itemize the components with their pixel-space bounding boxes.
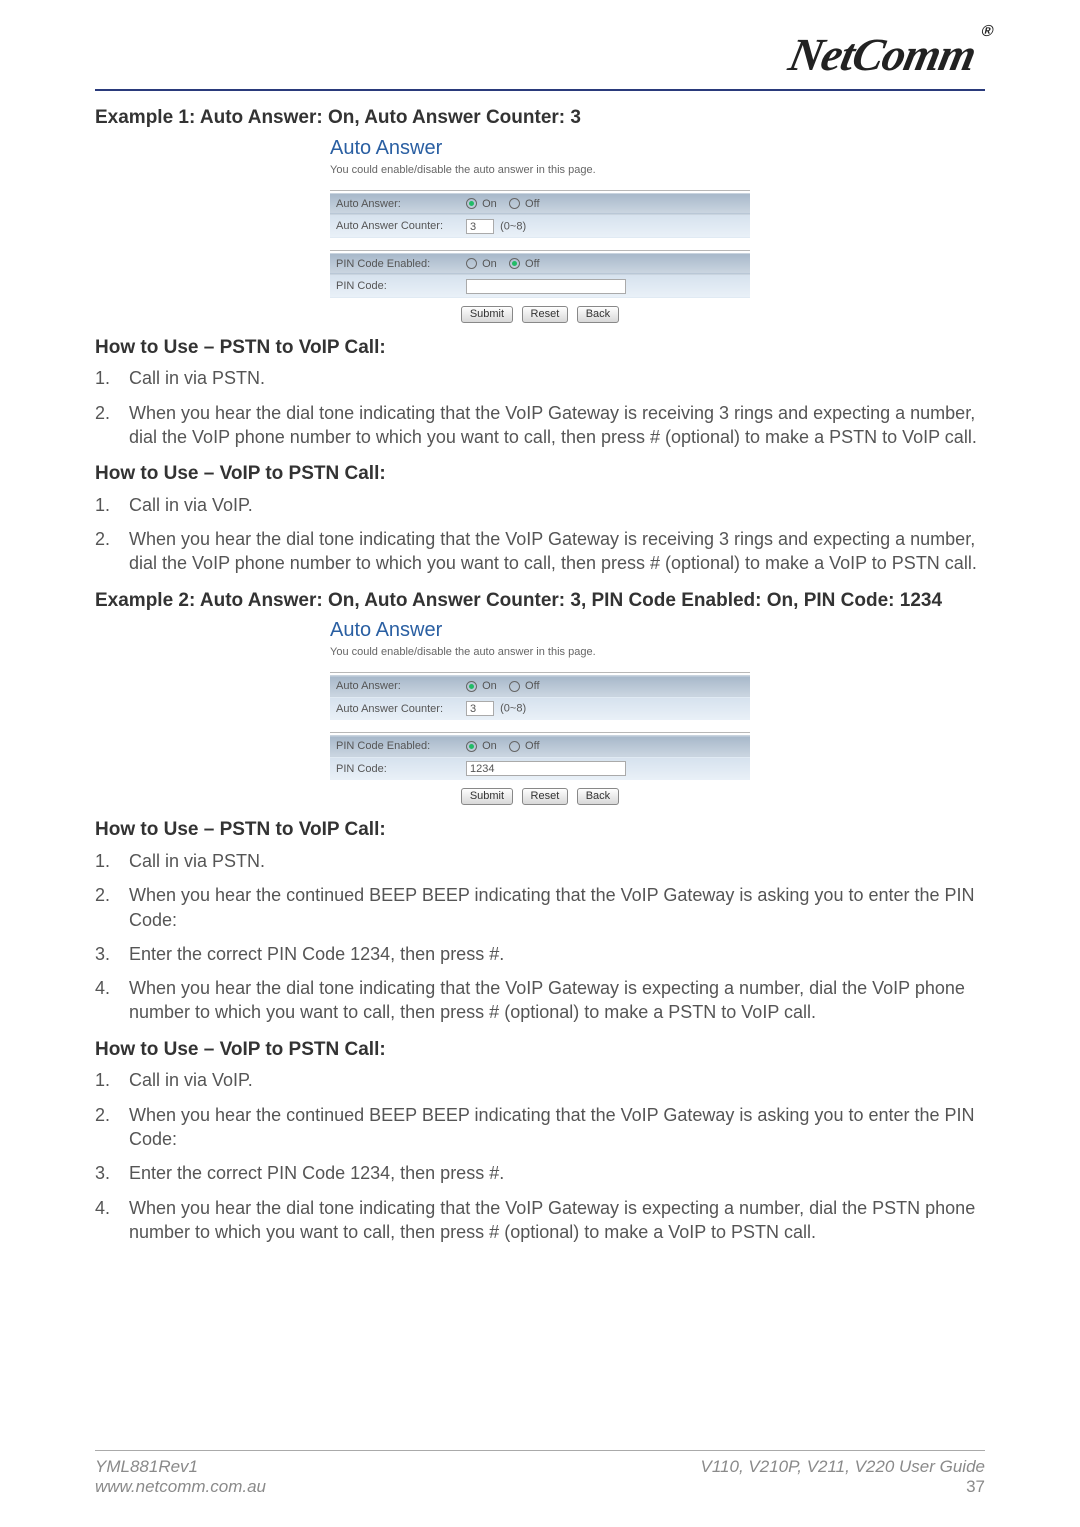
auto-answer-on-text: On [482,198,497,210]
example1-ui-panel: Auto Answer You could enable/disable the… [330,137,750,323]
pin-code-label: PIN Code: [330,757,460,781]
pin-off-text: Off [525,258,539,270]
pin-code-input[interactable]: 1234 [466,761,626,776]
list-item: When you hear the continued BEEP BEEP in… [95,883,985,932]
page-footer: YML881Rev1 www.netcomm.com.au V110, V210… [95,1450,985,1497]
pin-off-text: Off [525,740,539,752]
header-logo-row: NetComm® [95,20,985,89]
ex1-howB-steps: Call in via VoIP. When you hear the dial… [95,493,985,576]
list-item: Call in via VoIP. [95,1068,985,1092]
ex2-howB-steps: Call in via VoIP. When you hear the cont… [95,1068,985,1244]
counter-input[interactable]: 3 [466,701,494,716]
counter-input[interactable]: 3 [466,219,494,234]
list-item: When you hear the dial tone indicating t… [95,527,985,576]
footer-divider [95,1450,985,1451]
header-divider [95,89,985,91]
auto-answer-off-text: Off [525,198,539,210]
pin-off-radio[interactable] [509,258,520,269]
pin-on-text: On [482,740,497,752]
pin-on-radio[interactable] [466,741,477,752]
example2-ui-panel: Auto Answer You could enable/disable the… [330,619,750,805]
list-item: Call in via VoIP. [95,493,985,517]
pin-off-radio[interactable] [509,741,520,752]
submit-button[interactable]: Submit [461,306,513,323]
counter-label: Auto Answer Counter: [330,214,460,238]
auto-answer-on-radio[interactable] [466,198,477,209]
counter-hint: (0~8) [500,703,526,715]
list-item: When you hear the dial tone indicating t… [95,1196,985,1245]
auto-answer-on-text: On [482,680,497,692]
back-button[interactable]: Back [577,788,619,805]
ex2-howB-title: How to Use – VoIP to PSTN Call: [95,1037,985,1063]
auto-answer-label: Auto Answer: [330,193,460,214]
counter-label: Auto Answer Counter: [330,697,460,721]
footer-url: www.netcomm.com.au [95,1477,266,1497]
pin-on-radio[interactable] [466,258,477,269]
list-item: Call in via PSTN. [95,849,985,873]
footer-doc-rev: YML881Rev1 [95,1457,266,1477]
list-item: When you hear the dial tone indicating t… [95,401,985,450]
auto-answer-label: Auto Answer: [330,676,460,697]
brand-logo: NetComm® [784,28,991,81]
ex2-howA-steps: Call in via PSTN. When you hear the cont… [95,849,985,1025]
pin-code-input[interactable] [466,279,626,294]
submit-button[interactable]: Submit [461,788,513,805]
counter-hint: (0~8) [500,220,526,232]
list-item: Enter the correct PIN Code 1234, then pr… [95,1161,985,1185]
ex1-howB-title: How to Use – VoIP to PSTN Call: [95,461,985,487]
pin-enabled-label: PIN Code Enabled: [330,253,460,274]
ui-subtitle: You could enable/disable the auto answer… [330,164,750,176]
ui-title: Auto Answer [330,619,750,642]
footer-page-number: 37 [701,1477,985,1497]
pin-enabled-label: PIN Code Enabled: [330,736,460,757]
pin-code-label: PIN Code: [330,274,460,298]
ui-subtitle: You could enable/disable the auto answer… [330,646,750,658]
auto-answer-off-radio[interactable] [509,681,520,692]
back-button[interactable]: Back [577,306,619,323]
list-item: When you hear the continued BEEP BEEP in… [95,1103,985,1152]
auto-answer-off-text: Off [525,680,539,692]
footer-guide-title: V110, V210P, V211, V220 User Guide [701,1457,985,1477]
ex1-howA-title: How to Use – PSTN to VoIP Call: [95,335,985,361]
reset-button[interactable]: Reset [522,788,569,805]
pin-on-text: On [482,258,497,270]
auto-answer-off-radio[interactable] [509,198,520,209]
example1-heading: Example 1: Auto Answer: On, Auto Answer … [95,105,985,131]
ui-title: Auto Answer [330,137,750,160]
brand-reg-mark: ® [979,23,993,40]
example2-heading: Example 2: Auto Answer: On, Auto Answer … [95,588,985,614]
ex2-howA-title: How to Use – PSTN to VoIP Call: [95,817,985,843]
ex1-howA-steps: Call in via PSTN. When you hear the dial… [95,366,985,449]
list-item: Enter the correct PIN Code 1234, then pr… [95,942,985,966]
list-item: Call in via PSTN. [95,366,985,390]
list-item: When you hear the dial tone indicating t… [95,976,985,1025]
reset-button[interactable]: Reset [522,306,569,323]
auto-answer-on-radio[interactable] [466,681,477,692]
brand-name: NetComm [784,29,980,80]
